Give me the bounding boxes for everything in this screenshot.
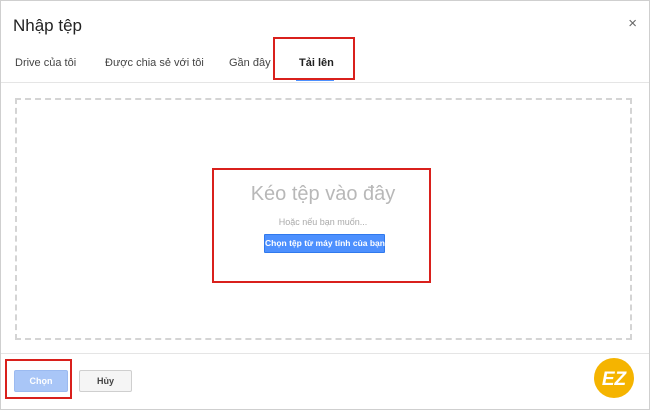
active-tab-indicator [296, 79, 334, 81]
tab-my-drive[interactable]: Drive của tôi [15, 57, 76, 69]
dialog-title: Nhập tệp [13, 16, 82, 35]
drag-here-text: Kéo tệp vào đây [250, 183, 396, 205]
select-button[interactable]: Chọn [14, 370, 68, 392]
cancel-button[interactable]: Hủy [79, 370, 132, 392]
import-dialog: Nhập tệp × Drive của tôi Được chia sẻ vớ… [0, 0, 650, 410]
choose-file-button[interactable]: Chọn tệp từ máy tính của bạn [264, 234, 385, 253]
tab-shared-with-me[interactable]: Được chia sẻ với tôi [105, 57, 204, 69]
tab-upload[interactable]: Tải lên [299, 57, 334, 69]
ez-logo: EZ [594, 358, 634, 398]
tab-bar: Drive của tôi Được chia sẻ với tôi Gần đ… [1, 41, 649, 83]
tab-recent[interactable]: Gần đây [229, 57, 271, 69]
logo-text: EZ [602, 369, 628, 390]
or-text: Hoặc nếu bạn muốn... [278, 217, 368, 227]
close-icon[interactable]: × [628, 16, 637, 32]
